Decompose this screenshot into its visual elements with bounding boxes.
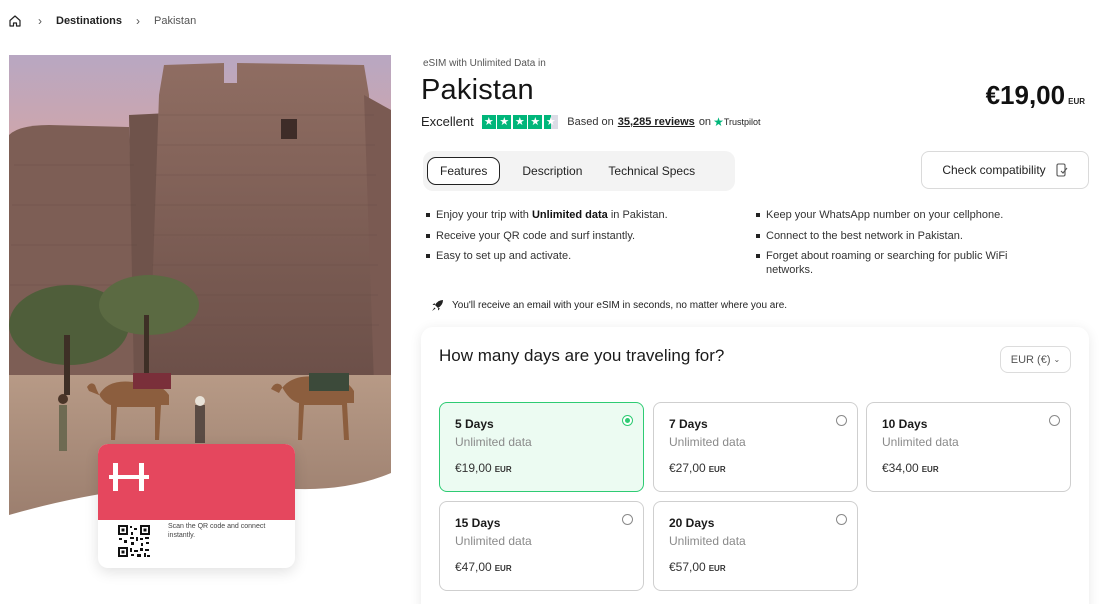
rating-on: on — [698, 115, 712, 128]
radio-icon[interactable] — [836, 415, 847, 426]
trustpilot-rating: Excellent ★ ★ ★ ★ ★ Based on 35,285 revi… — [421, 114, 761, 129]
product-tabs: Features Description Technical Specs — [423, 151, 735, 191]
chevron-down-icon: ⌄ — [1053, 355, 1061, 364]
star-icon: ★ — [512, 114, 527, 129]
qr-code-icon — [117, 524, 151, 558]
email-note-text: You'll receive an email with your eSIM i… — [452, 300, 788, 311]
rating-stars: ★ ★ ★ ★ ★ — [481, 114, 560, 129]
rocket-icon — [432, 300, 443, 311]
radio-selected-icon[interactable] — [622, 415, 633, 426]
feature-item: Keep your WhatsApp number on your cellph… — [755, 208, 1085, 222]
esim-card: Scan the QR code and connect instantly. — [98, 444, 295, 568]
price-currency: EUR — [1068, 97, 1085, 106]
esim-card-header — [98, 444, 295, 520]
plan-data: Unlimited data — [882, 435, 959, 449]
plan-data: Unlimited data — [669, 435, 746, 449]
home-icon[interactable] — [8, 14, 22, 28]
trustpilot-logo: Trustpilot — [723, 116, 761, 127]
plan-price: €34,00 EUR — [882, 461, 939, 475]
radio-icon[interactable] — [1049, 415, 1060, 426]
phone-check-icon — [1056, 163, 1068, 177]
tab-description[interactable]: Description — [510, 158, 594, 184]
chevron-right-icon: › — [38, 14, 42, 28]
star-half-icon: ★ — [543, 114, 558, 129]
star-icon: ★ — [528, 114, 543, 129]
breadcrumb-current: Pakistan — [154, 15, 197, 27]
currency-select-value: EUR (€) — [1010, 353, 1051, 366]
trustpilot-star-icon: ★ — [713, 114, 724, 129]
features-column-right: Keep your WhatsApp number on your cellph… — [755, 208, 1085, 284]
plan-data: Unlimited data — [455, 435, 532, 449]
check-compatibility-button[interactable]: Check compatibility — [921, 151, 1089, 189]
product-price: €19,00 EUR — [986, 80, 1085, 111]
star-icon: ★ — [497, 114, 512, 129]
chevron-right-icon: › — [136, 14, 141, 28]
qr-scan-text: Scan the QR code and connect instantly. — [168, 523, 266, 539]
reviews-link[interactable]: 35,285 reviews — [618, 116, 695, 128]
breadcrumb: › Destinations › Pakistan — [8, 14, 210, 28]
plan-name: 5 Days — [455, 417, 494, 431]
plan-option-15-days[interactable]: 15 Days Unlimited data €47,00 EUR — [439, 501, 644, 591]
tab-technical-specs[interactable]: Technical Specs — [596, 158, 707, 184]
breadcrumb-destinations[interactable]: Destinations — [56, 15, 122, 27]
features-list: Enjoy your trip with Unlimited data in P… — [425, 208, 1085, 284]
tab-features[interactable]: Features — [427, 157, 501, 185]
days-selector-panel: How many days are you traveling for? EUR… — [421, 327, 1089, 604]
email-delivery-note: You'll receive an email with your eSIM i… — [431, 299, 787, 312]
page-title: Pakistan — [421, 74, 534, 106]
check-compatibility-label: Check compatibility — [942, 163, 1046, 177]
features-column-left: Enjoy your trip with Unlimited data in P… — [425, 208, 755, 284]
holafly-logo-icon — [109, 463, 149, 491]
plan-option-20-days[interactable]: 20 Days Unlimited data €57,00 EUR — [653, 501, 858, 591]
plan-data: Unlimited data — [455, 534, 532, 548]
plan-name: 15 Days — [455, 516, 501, 530]
rating-label: Excellent — [421, 114, 474, 129]
feature-item: Enjoy your trip with Unlimited data in P… — [425, 208, 755, 222]
feature-item: Forget about roaming or searching for pu… — [755, 249, 1045, 277]
days-question: How many days are you traveling for? — [439, 346, 725, 365]
radio-icon[interactable] — [622, 514, 633, 525]
feature-item: Connect to the best network in Pakistan. — [755, 229, 1085, 243]
plan-data: Unlimited data — [669, 534, 746, 548]
plan-price: €57,00 EUR — [669, 560, 726, 574]
plan-option-10-days[interactable]: 10 Days Unlimited data €34,00 EUR — [866, 402, 1071, 492]
feature-item: Easy to set up and activate. — [425, 249, 755, 263]
plan-price: €19,00 EUR — [455, 461, 512, 475]
product-subtitle: eSIM with Unlimited Data in — [423, 58, 546, 69]
feature-item: Receive your QR code and surf instantly. — [425, 229, 755, 243]
plan-option-7-days[interactable]: 7 Days Unlimited data €27,00 EUR — [653, 402, 858, 492]
plan-name: 20 Days — [669, 516, 715, 530]
plan-name: 10 Days — [882, 417, 928, 431]
star-icon: ★ — [481, 114, 496, 129]
radio-icon[interactable] — [836, 514, 847, 525]
currency-select[interactable]: EUR (€) ⌄ — [1000, 346, 1071, 373]
plan-option-5-days[interactable]: 5 Days Unlimited data €19,00 EUR — [439, 402, 644, 492]
rating-based-on: Based on — [567, 115, 614, 128]
plan-price: €47,00 EUR — [455, 560, 512, 574]
plan-price: €27,00 EUR — [669, 461, 726, 475]
price-amount: €19,00 — [985, 80, 1066, 110]
plan-name: 7 Days — [669, 417, 708, 431]
